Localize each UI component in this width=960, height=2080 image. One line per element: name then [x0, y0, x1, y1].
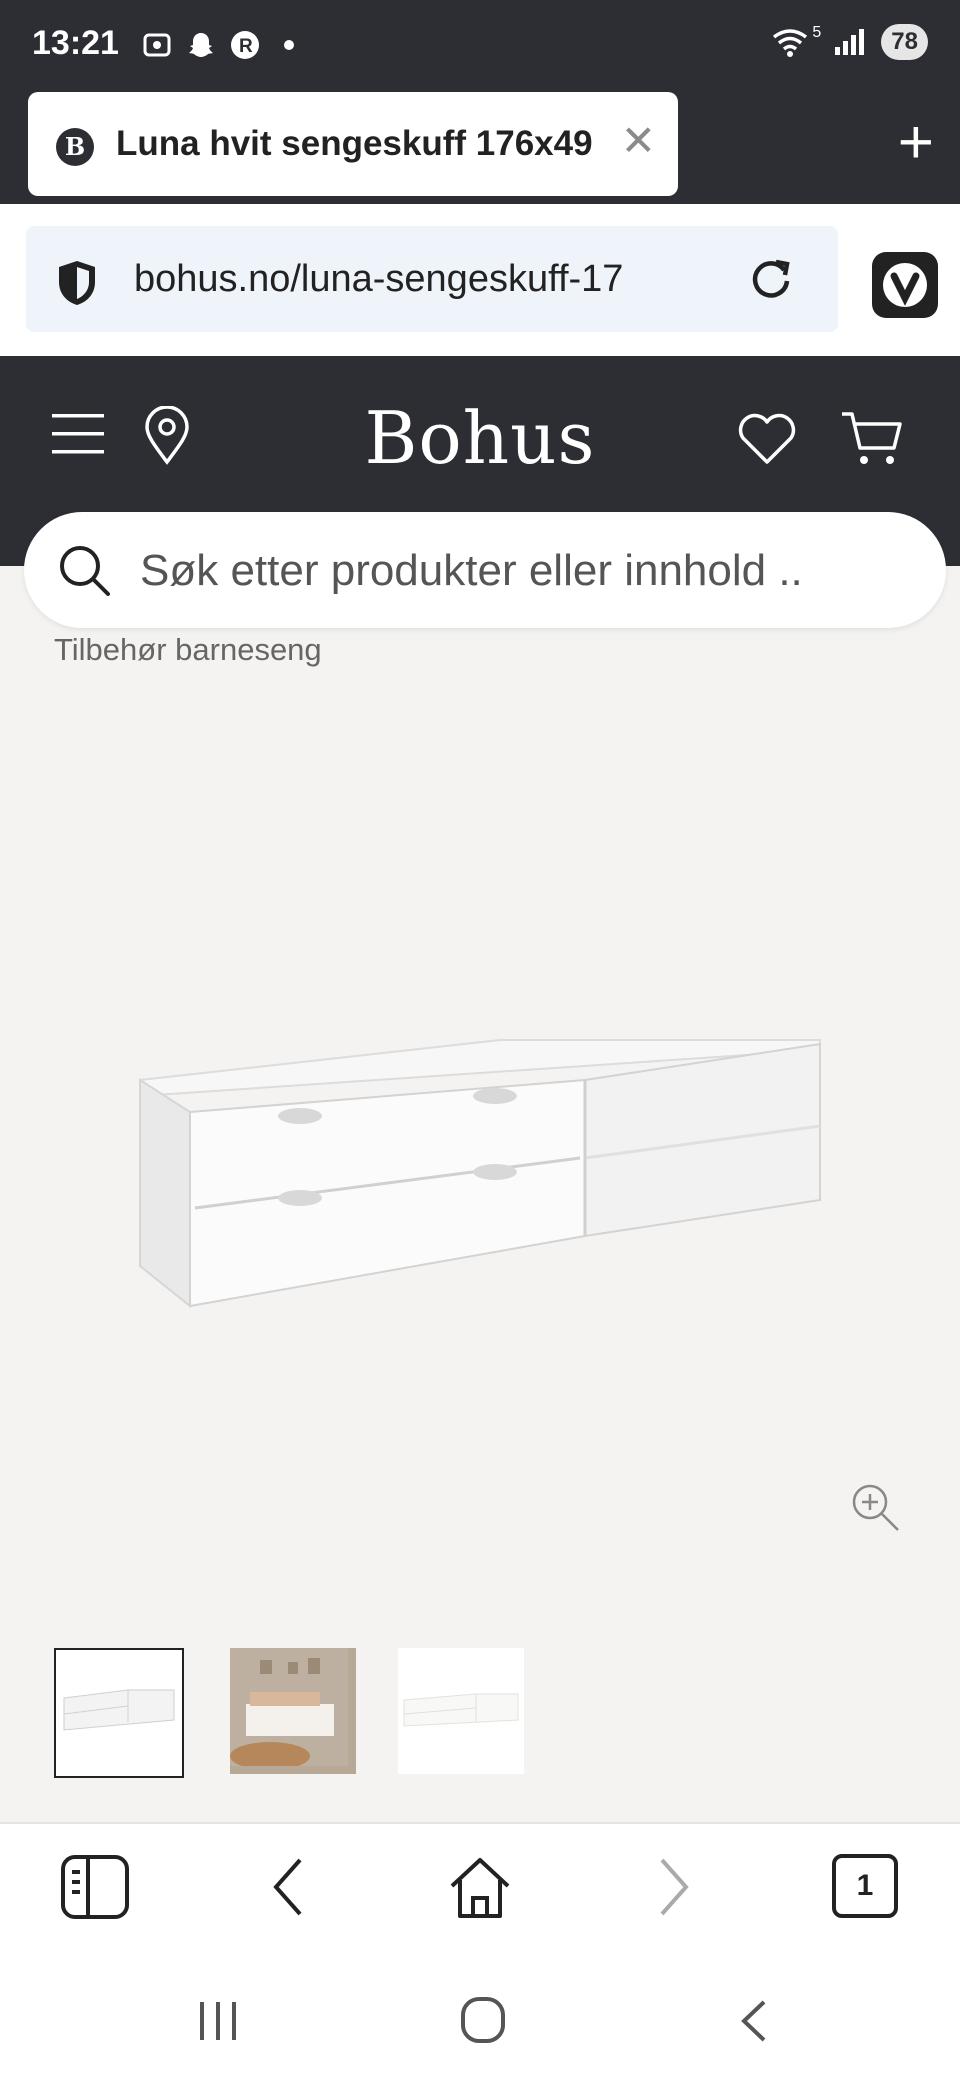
status-right: 5 78: [770, 24, 928, 60]
search-icon[interactable]: [56, 542, 112, 603]
snapchat-icon: [184, 28, 218, 62]
reload-icon[interactable]: [746, 254, 796, 309]
browser-bottom-nav: 1: [0, 1822, 960, 1964]
tab-title: Luna hvit sengeskuff 176x49: [116, 124, 593, 163]
panel-icon[interactable]: [60, 1854, 130, 1925]
shield-icon[interactable]: [54, 258, 100, 313]
address-bar[interactable]: bohus.no/luna-sengeskuff-17: [26, 226, 838, 332]
status-bar: 13:21 R 5 78: [0, 0, 960, 92]
search-input[interactable]: Søk etter produkter eller innhold ..: [140, 546, 803, 596]
browser-tab-bar: B Luna hvit sengeskuff 176x49 ✕ +: [0, 92, 960, 204]
product-thumbnail[interactable]: [230, 1648, 356, 1774]
system-nav-bar: [0, 1962, 960, 2080]
url-text[interactable]: bohus.no/luna-sengeskuff-17: [134, 258, 623, 301]
product-image[interactable]: [130, 1000, 830, 1325]
status-time: 13:21: [32, 24, 119, 62]
system-home-icon[interactable]: [460, 1996, 506, 2049]
cart-icon[interactable]: [840, 408, 906, 473]
breadcrumb[interactable]: Tilbehør barneseng: [54, 632, 322, 668]
browser-tab[interactable]: B Luna hvit sengeskuff 176x49 ✕: [28, 92, 678, 196]
wifi-icon: [773, 29, 808, 57]
back-icon[interactable]: [266, 1854, 310, 1925]
svg-text:R: R: [239, 36, 253, 57]
signal-icon: [835, 29, 865, 55]
dot-icon: [272, 28, 306, 62]
battery-level: 78: [881, 24, 928, 60]
system-back-icon[interactable]: [736, 1998, 770, 2049]
recent-apps-icon[interactable]: [196, 2000, 240, 2047]
r-app-icon: R: [228, 28, 262, 62]
home-icon[interactable]: [446, 1854, 514, 1925]
product-thumbnail[interactable]: [54, 1648, 184, 1778]
heart-icon[interactable]: [736, 410, 798, 471]
vivaldi-icon[interactable]: [872, 252, 938, 318]
address-bar-area: bohus.no/luna-sengeskuff-17: [0, 204, 960, 356]
site-logo[interactable]: Bohus: [0, 396, 960, 480]
favicon: B: [56, 128, 94, 166]
open-tabs-count: 1: [832, 1854, 898, 1918]
tabs-icon[interactable]: 1: [832, 1854, 898, 1918]
forward-icon[interactable]: [652, 1854, 696, 1925]
search-bar[interactable]: Søk etter produkter eller innhold ..: [24, 512, 946, 628]
screenshot-icon: [140, 28, 174, 62]
zoom-in-icon[interactable]: [850, 1482, 902, 1539]
status-notification-icons: R: [140, 28, 306, 62]
close-tab-icon[interactable]: ✕: [621, 116, 656, 165]
new-tab-button[interactable]: +: [898, 112, 934, 174]
product-thumbnail[interactable]: [398, 1648, 524, 1774]
network-label: 5: [812, 24, 822, 41]
